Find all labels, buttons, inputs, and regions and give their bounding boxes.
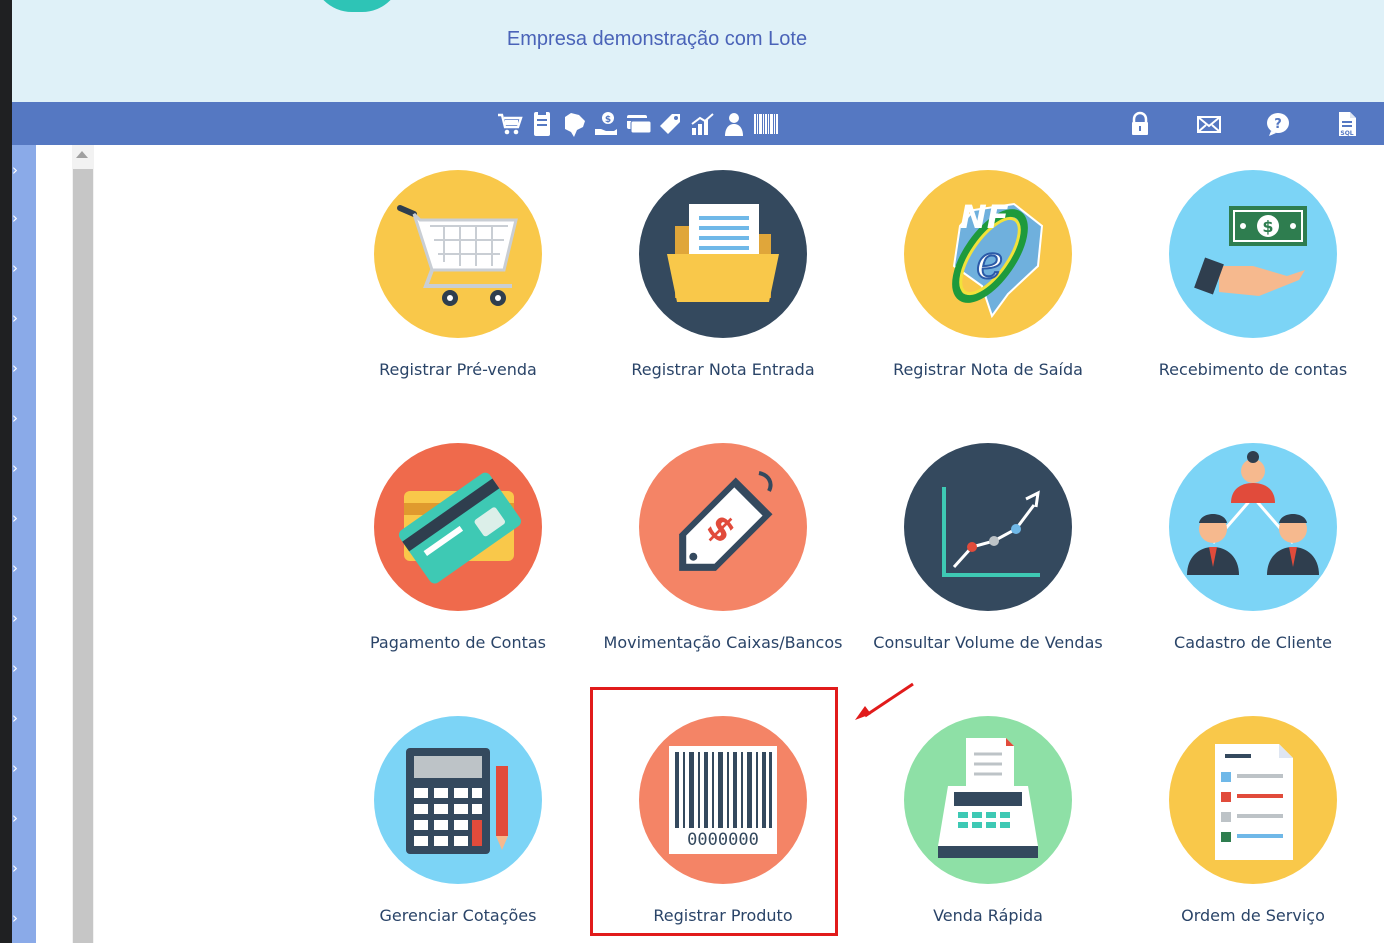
- tile-venda-rapida[interactable]: Venda Rápida: [848, 716, 1128, 943]
- tile-registrar-pre-venda[interactable]: Registrar Pré-venda: [318, 170, 598, 410]
- sql-file-icon[interactable]: SQL: [1329, 108, 1365, 140]
- cart-icon[interactable]: [495, 108, 525, 140]
- barcode-icon[interactable]: [751, 108, 781, 140]
- chevron-right-icon[interactable]: ›: [12, 408, 24, 428]
- lock-icon[interactable]: [1122, 108, 1158, 140]
- clipboard-icon[interactable]: [527, 108, 557, 140]
- price-tag-icon[interactable]: [655, 108, 685, 140]
- tile-label: Cadastro de Cliente: [1174, 633, 1332, 652]
- svg-text:$: $: [605, 115, 611, 125]
- chevron-right-icon[interactable]: ›: [12, 358, 24, 378]
- tile-label: Registrar Pré-venda: [379, 360, 537, 379]
- chevron-right-icon[interactable]: ›: [12, 308, 24, 328]
- chevron-right-icon[interactable]: ›: [12, 558, 24, 578]
- decorative-shape: [312, 0, 402, 12]
- chevron-right-icon[interactable]: ›: [12, 908, 24, 928]
- tile-movimentacao-caixas-bancos[interactable]: $ Movimentação Caixas/Bancos: [583, 443, 863, 683]
- tile-label: Venda Rápida: [933, 906, 1043, 925]
- user-icon[interactable]: [719, 108, 749, 140]
- svg-text:?: ?: [1274, 117, 1282, 132]
- tile-gerenciar-cotacoes[interactable]: Gerenciar Cotações: [318, 716, 598, 943]
- nfe-icon: NF e: [904, 170, 1072, 338]
- toolbar: $ ? SQL: [12, 102, 1384, 145]
- growth-chart-icon: [904, 443, 1072, 611]
- tile-label: Registrar Nota Entrada: [631, 360, 815, 379]
- app-window: Empresa demonstração com Lote $ ? SQL › …: [12, 0, 1384, 943]
- chevron-right-icon[interactable]: ›: [12, 808, 24, 828]
- tile-label: Movimentação Caixas/Bancos: [603, 633, 843, 652]
- chevron-right-icon[interactable]: ›: [12, 508, 24, 528]
- chevron-right-icon[interactable]: ›: [12, 608, 24, 628]
- tile-label: Pagamento de Contas: [369, 633, 546, 652]
- chevron-right-icon[interactable]: ›: [12, 458, 24, 478]
- tile-pagamento-de-contas[interactable]: Pagamento de Contas: [318, 443, 598, 683]
- tile-recebimento-de-contas[interactable]: $ Recebimento de contas: [1113, 170, 1384, 410]
- tile-label: Consultar Volume de Vendas: [873, 633, 1103, 652]
- money-hand-icon[interactable]: $: [591, 108, 621, 140]
- chevron-right-icon[interactable]: ›: [12, 658, 24, 678]
- tile-registrar-nota-de-saida[interactable]: NF e Registrar Nota de Saída: [848, 170, 1128, 410]
- dollar-tag-icon: $: [639, 443, 807, 611]
- chevron-right-icon[interactable]: ›: [12, 208, 24, 228]
- svg-text:SQL: SQL: [1340, 130, 1353, 137]
- svg-text:$: $: [1262, 217, 1273, 236]
- tile-label: Registrar Nota de Saída: [893, 360, 1083, 379]
- tile-cadastro-de-cliente[interactable]: Cadastro de Cliente: [1113, 443, 1384, 683]
- credit-card-icon: [374, 443, 542, 611]
- chevron-right-icon[interactable]: ›: [12, 258, 24, 278]
- mail-icon[interactable]: [1191, 108, 1227, 140]
- tile-label: Gerenciar Cotações: [379, 906, 537, 925]
- payment-card-icon[interactable]: [623, 108, 653, 140]
- chevron-right-icon[interactable]: ›: [12, 708, 24, 728]
- sidebar: › › › › › › › › › › › › › › › ›: [12, 145, 36, 943]
- svg-text:NF: NF: [960, 198, 1009, 236]
- chevron-right-icon[interactable]: ›: [12, 858, 24, 878]
- company-name: Empresa demonstração com Lote: [506, 28, 808, 50]
- brazil-map-icon[interactable]: [559, 108, 589, 140]
- chevron-right-icon[interactable]: ›: [12, 160, 24, 180]
- tile-label: Ordem de Serviço: [1181, 906, 1325, 925]
- folder-document-icon: [639, 170, 807, 338]
- svg-text:e: e: [976, 235, 1003, 289]
- annotation-arrow-icon: [855, 682, 914, 720]
- help-icon[interactable]: ?: [1260, 108, 1296, 140]
- chart-icon[interactable]: [687, 108, 717, 140]
- cash-hand-icon: $: [1169, 170, 1337, 338]
- tile-consultar-volume-de-vendas[interactable]: Consultar Volume de Vendas: [848, 443, 1128, 683]
- calculator-icon: [374, 716, 542, 884]
- tile-ordem-de-servico[interactable]: Ordem de Serviço: [1113, 716, 1384, 943]
- highlight-box: [590, 687, 838, 936]
- scroll-thumb[interactable]: [73, 169, 93, 943]
- chevron-right-icon[interactable]: ›: [12, 758, 24, 778]
- people-network-icon: [1169, 443, 1337, 611]
- shopping-cart-icon: [374, 170, 542, 338]
- service-order-icon: [1169, 716, 1337, 884]
- tile-label: Recebimento de contas: [1158, 360, 1348, 379]
- vertical-scrollbar[interactable]: [72, 145, 94, 943]
- tile-registrar-nota-entrada[interactable]: Registrar Nota Entrada: [583, 170, 863, 410]
- cash-register-icon: [904, 716, 1072, 884]
- scroll-up-arrow-icon[interactable]: [76, 151, 88, 158]
- header: Empresa demonstração com Lote: [12, 0, 1384, 102]
